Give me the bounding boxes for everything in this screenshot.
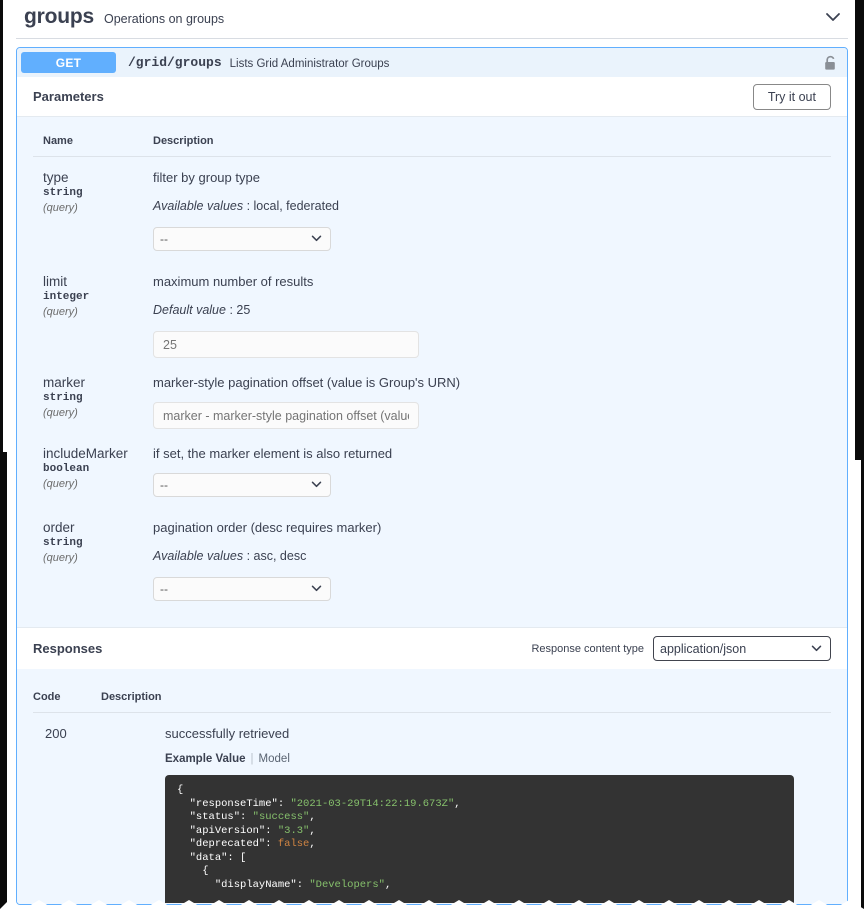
tab-example-value[interactable]: Example Value xyxy=(165,753,246,765)
parameter-meta-label: Available values xyxy=(153,199,243,213)
unlocked-padlock-icon[interactable] xyxy=(824,55,837,71)
example-response-code-block: { "responseTime": "2021-03-29T14:22:19.6… xyxy=(165,775,794,903)
parameters-header: Parameters Try it out xyxy=(17,77,847,117)
example-response-json: { "responseTime": "2021-03-29T14:22:19.6… xyxy=(165,784,794,892)
parameter-name-cell: limit integer (query) xyxy=(33,261,137,362)
responses-table-header-row: Code Description xyxy=(33,669,831,713)
table-row: marker string (query) marker-style pagin… xyxy=(33,362,831,433)
try-it-out-button[interactable]: Try it out xyxy=(753,84,831,110)
parameter-meta: Available values : local, federated xyxy=(153,197,830,215)
parameter-meta-label: Default value xyxy=(153,303,226,317)
parameter-description-cell: if set, the marker element is also retur… xyxy=(137,433,831,507)
tab-separator: | xyxy=(251,753,254,765)
parameters-title: Parameters xyxy=(33,89,104,104)
parameters-table: Name Description type string (query) fil… xyxy=(33,117,831,611)
parameter-description: filter by group type xyxy=(153,169,830,187)
parameter-meta: Available values : asc, desc xyxy=(153,547,830,565)
response-content-type-wrap: application/json xyxy=(653,636,831,661)
chevron-down-icon[interactable] xyxy=(822,6,844,28)
responses-body: Code Description 200 successfully retrie… xyxy=(17,669,847,904)
tab-model[interactable]: Model xyxy=(259,753,290,765)
parameter-description-cell: pagination order (desc requires marker) … xyxy=(137,507,831,611)
response-description-cell: successfully retrieved Example Value | Mod… xyxy=(101,713,831,905)
parameter-type: integer xyxy=(43,290,136,305)
parameters-column-description: Description xyxy=(137,117,831,157)
responses-header: Responses Response content type applicat… xyxy=(17,627,847,669)
tag-divider xyxy=(16,38,848,39)
parameter-name-cell: marker string (query) xyxy=(33,362,137,433)
window-frame-right-edge xyxy=(855,0,864,460)
parameter-meta-value: 25 xyxy=(236,303,250,317)
operation-summary-bar[interactable]: GET /grid/groups Lists Grid Administrato… xyxy=(17,48,847,77)
table-row: 200 successfully retrieved Example Value… xyxy=(33,713,831,905)
parameter-description: maximum number of results xyxy=(153,273,830,291)
window-frame-left-edge xyxy=(0,452,7,911)
parameters-column-name: Name xyxy=(33,117,137,157)
parameter-description: if set, the marker element is also retur… xyxy=(153,445,830,463)
parameter-type: string xyxy=(43,536,136,551)
parameter-select-wrap-order: -- xyxy=(153,577,331,601)
parameter-name-cell: type string (query) xyxy=(33,157,137,262)
tag-header: groups Operations on groups xyxy=(0,0,864,34)
parameters-body: Name Description type string (query) fil… xyxy=(17,117,847,627)
parameter-location: (query) xyxy=(43,201,136,216)
responses-column-code: Code xyxy=(33,669,101,713)
parameter-select-includemarker[interactable]: -- xyxy=(153,473,331,497)
parameter-name: order xyxy=(43,519,136,536)
parameter-meta: Default value : 25 xyxy=(153,301,830,319)
parameter-location: (query) xyxy=(43,305,136,320)
parameter-select-wrap-type: -- xyxy=(153,227,331,251)
parameters-table-header-row: Name Description xyxy=(33,117,831,157)
parameter-meta-value: local, federated xyxy=(254,199,339,213)
parameter-name-cell: order string (query) xyxy=(33,507,137,611)
parameter-name: marker xyxy=(43,374,136,391)
parameter-select-type[interactable]: -- xyxy=(153,227,331,251)
parameter-type: string xyxy=(43,186,136,201)
response-view-tabs: Example Value | Model xyxy=(165,753,830,765)
table-row: type string (query) filter by group type… xyxy=(33,157,831,262)
parameter-location: (query) xyxy=(43,551,136,566)
parameter-type: string xyxy=(43,391,136,406)
parameter-meta-value: asc, desc xyxy=(254,549,307,563)
parameter-name: limit xyxy=(43,273,136,290)
table-row: limit integer (query) maximum number of … xyxy=(33,261,831,362)
parameter-type: boolean xyxy=(43,462,136,477)
table-row: includeMarker boolean (query) if set, th… xyxy=(33,433,831,507)
response-content-type-group: Response content type application/json xyxy=(531,636,831,661)
parameter-location: (query) xyxy=(43,406,136,421)
parameter-select-order[interactable]: -- xyxy=(153,577,331,601)
response-content-type-label: Response content type xyxy=(531,643,644,655)
parameter-description-cell: marker-style pagination offset (value is… xyxy=(137,362,831,433)
parameter-meta-label: Available values xyxy=(153,549,243,563)
parameter-location: (query) xyxy=(43,477,136,492)
response-code: 200 xyxy=(33,713,101,905)
operation-block: GET /grid/groups Lists Grid Administrato… xyxy=(16,47,848,905)
responses-table: Code Description 200 successfully retrie… xyxy=(33,669,831,904)
parameter-description-cell: filter by group type Available values : … xyxy=(137,157,831,262)
responses-title: Responses xyxy=(33,641,102,656)
http-method-badge: GET xyxy=(21,52,116,73)
swagger-ui-page: groups Operations on groups GET /grid/gr… xyxy=(0,0,864,911)
operation-path: /grid/groups xyxy=(128,55,222,70)
operation-summary-text: Lists Grid Administrator Groups xyxy=(230,56,390,70)
table-row: order string (query) pagination order (d… xyxy=(33,507,831,611)
marker-input[interactable] xyxy=(153,402,419,429)
limit-input[interactable] xyxy=(153,331,419,358)
parameter-name-cell: includeMarker boolean (query) xyxy=(33,433,137,507)
window-frame-top-edge xyxy=(0,0,3,455)
tag-description: Operations on groups xyxy=(104,8,224,26)
parameter-name: includeMarker xyxy=(43,445,136,462)
responses-column-description: Description xyxy=(101,669,831,713)
parameter-description: marker-style pagination offset (value is… xyxy=(153,374,830,392)
parameter-name: type xyxy=(43,169,136,186)
parameter-select-wrap-includemarker: -- xyxy=(153,473,331,497)
response-description: successfully retrieved xyxy=(165,726,830,741)
response-content-type-select[interactable]: application/json xyxy=(653,636,831,661)
parameter-description: pagination order (desc requires marker) xyxy=(153,519,830,537)
tag-title: groups xyxy=(24,5,94,29)
parameter-description-cell: maximum number of results Default value … xyxy=(137,261,831,362)
